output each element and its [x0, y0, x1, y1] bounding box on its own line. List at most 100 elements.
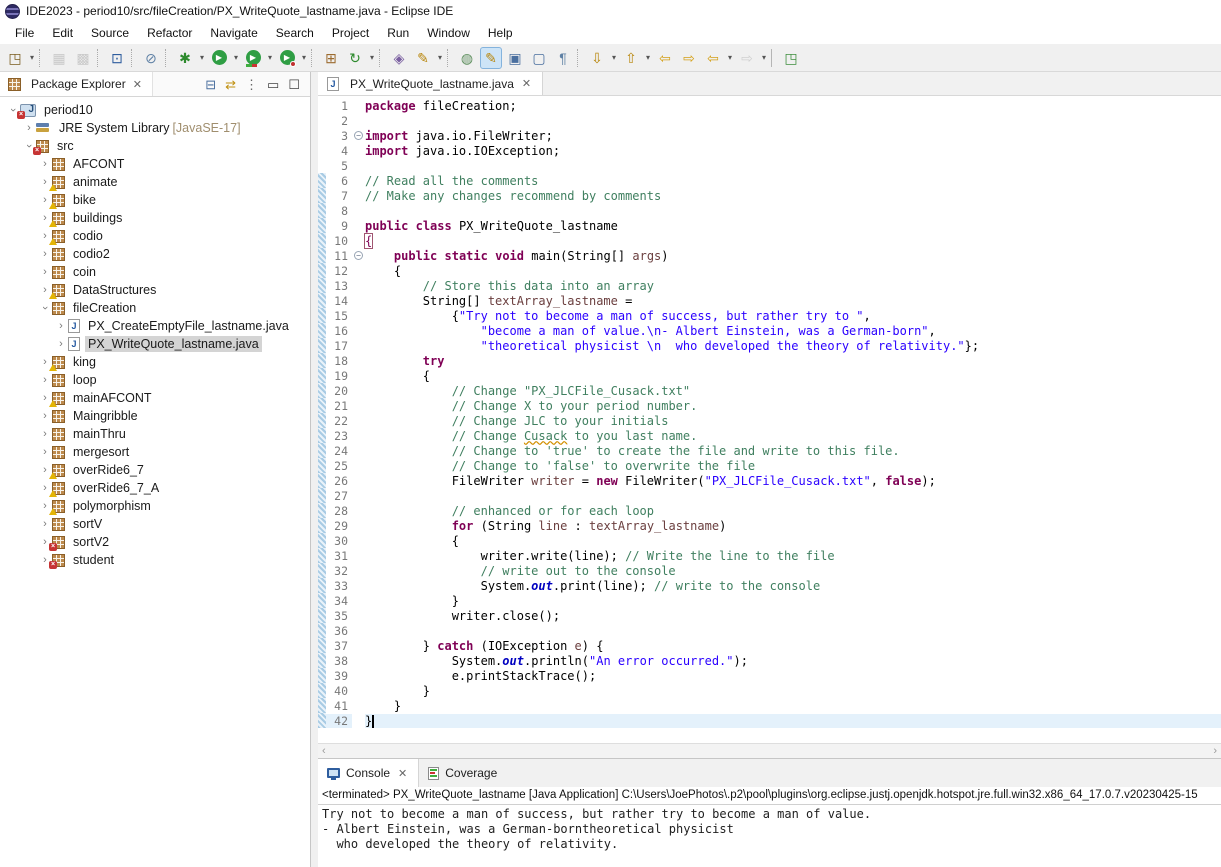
line-number[interactable]: 9 [326, 219, 352, 233]
code-line[interactable]: 27 [318, 488, 1221, 503]
tree-item-Maingribble[interactable]: ›Maingribble [0, 407, 310, 425]
code-line[interactable]: 17 "theoretical physicist \n who develop… [318, 338, 1221, 353]
code-line[interactable]: 22 // Change JLC to your initials [318, 413, 1221, 428]
line-number[interactable]: 32 [326, 564, 352, 578]
code-line[interactable]: 6// Read all the comments [318, 173, 1221, 188]
tree-item-mergesort[interactable]: ›mergesort [0, 443, 310, 461]
run-button[interactable]: ▶ [208, 47, 230, 69]
menu-window[interactable]: Window [418, 24, 479, 42]
open-console-button[interactable]: ⊡ [106, 47, 128, 69]
line-number[interactable]: 38 [326, 654, 352, 668]
back-dropdown[interactable]: ▾ [725, 53, 735, 62]
line-number[interactable]: 28 [326, 504, 352, 518]
close-icon[interactable]: ✕ [131, 78, 144, 91]
collapse-fold-icon[interactable]: − [354, 251, 363, 260]
line-number[interactable]: 25 [326, 459, 352, 473]
code-line[interactable]: 28 // enhanced or for each loop [318, 503, 1221, 518]
code-line[interactable]: 37 } catch (IOException e) { [318, 638, 1221, 653]
new-java-package-button[interactable]: ⊞ [320, 47, 342, 69]
code-editor[interactable]: 1package fileCreation;23−import java.io.… [318, 96, 1221, 743]
tree-item-DataStructures[interactable]: ›DataStructures [0, 281, 310, 299]
code-line[interactable]: 31 writer.write(line); // Write the line… [318, 548, 1221, 563]
line-number[interactable]: 35 [326, 609, 352, 623]
line-number[interactable]: 11 [326, 249, 352, 263]
code-line[interactable]: 5 [318, 158, 1221, 173]
tab-console[interactable]: Console ✕ [318, 759, 419, 787]
tree-item-mainThru[interactable]: ›mainThru [0, 425, 310, 443]
new-wizard-dropdown[interactable]: ▾ [27, 53, 37, 62]
line-number[interactable]: 3 [326, 129, 352, 143]
menu-navigate[interactable]: Navigate [201, 24, 266, 42]
expand-chevron-icon[interactable]: › [38, 158, 52, 170]
refresh-dropdown[interactable]: ▾ [367, 53, 377, 62]
code-line[interactable]: 41 } [318, 698, 1221, 713]
line-number[interactable]: 15 [326, 309, 352, 323]
expand-chevron-icon[interactable]: › [38, 518, 52, 530]
code-line[interactable]: 36 [318, 623, 1221, 638]
coverage-dropdown[interactable]: ▾ [265, 53, 275, 62]
code-line[interactable]: 32 // write out to the console [318, 563, 1221, 578]
expand-chevron-icon[interactable]: › [22, 122, 36, 134]
panel-sash[interactable] [311, 72, 318, 867]
line-number[interactable]: 19 [326, 369, 352, 383]
menu-project[interactable]: Project [323, 24, 378, 42]
code-line[interactable]: 10{ [318, 233, 1221, 248]
line-number[interactable]: 10 [326, 234, 352, 248]
line-number[interactable]: 30 [326, 534, 352, 548]
tree-item-fileCreation[interactable]: ›fileCreation [0, 299, 310, 317]
tab-editor-file[interactable]: PX_WriteQuote_lastname.java ✕ [318, 72, 543, 95]
open-task-button[interactable]: ◍ [456, 47, 478, 69]
line-number[interactable]: 13 [326, 279, 352, 293]
line-number[interactable]: 18 [326, 354, 352, 368]
line-number[interactable]: 24 [326, 444, 352, 458]
show-block-selection-button[interactable]: ▢ [528, 47, 550, 69]
code-line[interactable]: 1package fileCreation; [318, 98, 1221, 113]
line-number[interactable]: 21 [326, 399, 352, 413]
code-line[interactable]: 42} [318, 713, 1221, 728]
line-number[interactable]: 7 [326, 189, 352, 203]
line-number[interactable]: 36 [326, 624, 352, 638]
code-line[interactable]: 11− public static void main(String[] arg… [318, 248, 1221, 263]
horizontal-scrollbar[interactable]: ‹ › [318, 743, 1221, 758]
tree-item-sortV[interactable]: ›sortV [0, 515, 310, 533]
menu-file[interactable]: File [6, 24, 43, 42]
new-wizard-button[interactable]: ◳ [4, 47, 26, 69]
show-source-of-element-button[interactable]: ▣ [504, 47, 526, 69]
code-line[interactable]: 35 writer.close(); [318, 608, 1221, 623]
link-with-editor-icon[interactable]: ⇄ [225, 78, 236, 91]
code-line[interactable]: 15 {"Try not to become a man of success,… [318, 308, 1221, 323]
coverage-button[interactable]: ▶ [242, 47, 264, 69]
line-number[interactable]: 20 [326, 384, 352, 398]
code-line[interactable]: 38 System.out.println("An error occurred… [318, 653, 1221, 668]
scroll-left-icon[interactable]: ‹ [322, 745, 326, 757]
back-button[interactable]: ⇦ [702, 47, 724, 69]
code-line[interactable]: 14 String[] textArray_lastname = [318, 293, 1221, 308]
next-annotation-button[interactable]: ⇩ [586, 47, 608, 69]
line-number[interactable]: 4 [326, 144, 352, 158]
next-edit-location-button[interactable]: ⇨ [678, 47, 700, 69]
line-number[interactable]: 39 [326, 669, 352, 683]
line-number[interactable]: 37 [326, 639, 352, 653]
debug-dropdown[interactable]: ▾ [197, 53, 207, 62]
code-line[interactable]: 20 // Change "PX_JLCFile_Cusack.txt" [318, 383, 1221, 398]
tree-item-student[interactable]: ›×student [0, 551, 310, 569]
code-line[interactable]: 9public class PX_WriteQuote_lastname [318, 218, 1221, 233]
menu-source[interactable]: Source [82, 24, 138, 42]
close-icon[interactable]: ✕ [396, 767, 409, 780]
profile-button[interactable]: ▶ [276, 47, 298, 69]
line-number[interactable]: 2 [326, 114, 352, 128]
line-number[interactable]: 16 [326, 324, 352, 338]
tree-item-codio2[interactable]: ›codio2 [0, 245, 310, 263]
tab-package-explorer[interactable]: Package Explorer ✕ [0, 72, 153, 96]
code-line[interactable]: 3−import java.io.FileWriter; [318, 128, 1221, 143]
code-line[interactable]: 12 { [318, 263, 1221, 278]
open-type-button[interactable]: ◈ [388, 47, 410, 69]
expand-chevron-icon[interactable]: › [54, 320, 68, 332]
tab-coverage[interactable]: Coverage [419, 759, 506, 787]
code-line[interactable]: 29 for (String line : textArray_lastname… [318, 518, 1221, 533]
line-number[interactable]: 40 [326, 684, 352, 698]
tree-item-JRE System Library[interactable]: ›JRE System Library [JavaSE-17] [0, 119, 310, 137]
collapse-fold-icon[interactable]: − [354, 131, 363, 140]
previous-annotation-dropdown[interactable]: ▾ [643, 53, 653, 62]
line-number[interactable]: 14 [326, 294, 352, 308]
